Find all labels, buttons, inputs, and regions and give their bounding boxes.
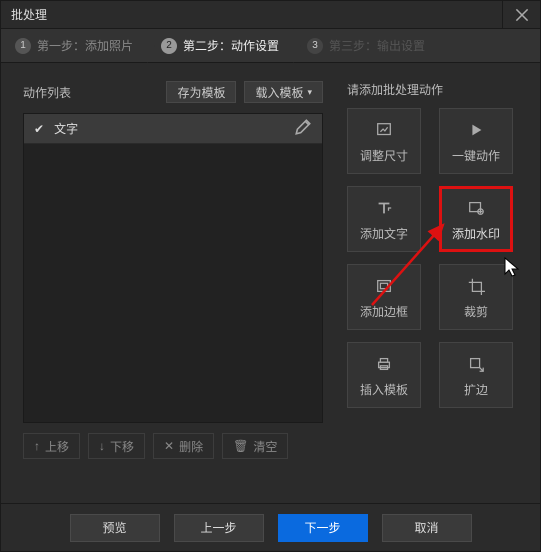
tile-add-text-label: 添加文字 xyxy=(360,225,408,242)
move-down-button[interactable]: ↓ 下移 xyxy=(88,433,145,459)
tile-resize[interactable]: 调整尺寸 xyxy=(347,108,421,174)
clear-button[interactable]: 🗑 清空 xyxy=(222,433,288,459)
check-icon[interactable]: ✔ xyxy=(34,122,44,136)
step-1[interactable]: 1 第一步：添加照片 xyxy=(1,29,147,62)
tile-crop[interactable]: 裁剪 xyxy=(439,264,513,330)
printer-icon xyxy=(373,353,395,375)
wizard-steps: 1 第一步：添加照片 2 第二步：动作设置 3 第三步：输出设置 xyxy=(1,29,540,63)
trash-icon: 🗑 xyxy=(233,439,248,453)
tile-resize-label: 调整尺寸 xyxy=(360,147,408,164)
action-list-label: 动作列表 xyxy=(23,84,158,101)
step-3-label: 第三步：输出设置 xyxy=(329,37,425,54)
crop-icon xyxy=(465,275,487,297)
delete-label: 删除 xyxy=(179,438,203,455)
tile-add-watermark-label: 添加水印 xyxy=(452,225,500,242)
tile-add-watermark[interactable]: 添加水印 xyxy=(439,186,513,252)
move-up-label: 上移 xyxy=(45,438,69,455)
pencil-icon[interactable] xyxy=(294,118,312,139)
step-1-number: 1 xyxy=(15,38,31,54)
tile-add-border-label: 添加边框 xyxy=(360,303,408,320)
border-icon xyxy=(373,275,395,297)
move-up-button[interactable]: ↑ 上移 xyxy=(23,433,80,459)
resize-icon xyxy=(373,119,395,141)
move-down-label: 下移 xyxy=(110,438,134,455)
save-template-button[interactable]: 存为模板 xyxy=(166,81,236,103)
close-icon xyxy=(513,6,531,24)
load-template-button[interactable]: 载入模板 ▾ xyxy=(244,81,323,103)
step-2-label: 第二步：动作设置 xyxy=(183,37,279,54)
clear-label: 清空 xyxy=(253,438,277,455)
delete-icon: ✕ xyxy=(164,439,174,453)
chevron-down-icon: ▾ xyxy=(307,87,312,98)
step-3-number: 3 xyxy=(307,38,323,54)
delete-button[interactable]: ✕ 删除 xyxy=(153,433,214,459)
prev-button[interactable]: 上一步 xyxy=(174,514,264,542)
play-icon xyxy=(465,119,487,141)
text-icon xyxy=(373,197,395,219)
action-list: ✔ 文字 xyxy=(23,113,323,423)
arrow-down-icon: ↓ xyxy=(99,439,105,453)
list-item[interactable]: ✔ 文字 xyxy=(24,114,322,144)
tile-one-click[interactable]: 一键动作 xyxy=(439,108,513,174)
next-button[interactable]: 下一步 xyxy=(278,514,368,542)
tile-extend-label: 扩边 xyxy=(464,381,488,398)
tile-one-click-label: 一键动作 xyxy=(452,147,500,164)
tile-insert-template[interactable]: 插入模板 xyxy=(347,342,421,408)
list-item-label: 文字 xyxy=(54,120,284,137)
tile-crop-label: 裁剪 xyxy=(464,303,488,320)
right-title: 请添加批处理动作 xyxy=(347,81,518,98)
step-2[interactable]: 2 第二步：动作设置 xyxy=(147,29,293,62)
tile-extend[interactable]: 扩边 xyxy=(439,342,513,408)
tile-add-text[interactable]: 添加文字 xyxy=(347,186,421,252)
extend-icon xyxy=(465,353,487,375)
tile-insert-template-label: 插入模板 xyxy=(360,381,408,398)
window-title: 批处理 xyxy=(11,6,502,23)
arrow-up-icon: ↑ xyxy=(34,439,40,453)
tile-add-border[interactable]: 添加边框 xyxy=(347,264,421,330)
step-3[interactable]: 3 第三步：输出设置 xyxy=(293,29,439,62)
preview-button[interactable]: 预览 xyxy=(70,514,160,542)
watermark-icon xyxy=(465,197,487,219)
load-template-label: 载入模板 xyxy=(255,84,303,101)
step-1-label: 第一步：添加照片 xyxy=(37,37,133,54)
close-button[interactable] xyxy=(502,1,540,29)
cancel-button[interactable]: 取消 xyxy=(382,514,472,542)
step-2-number: 2 xyxy=(161,38,177,54)
